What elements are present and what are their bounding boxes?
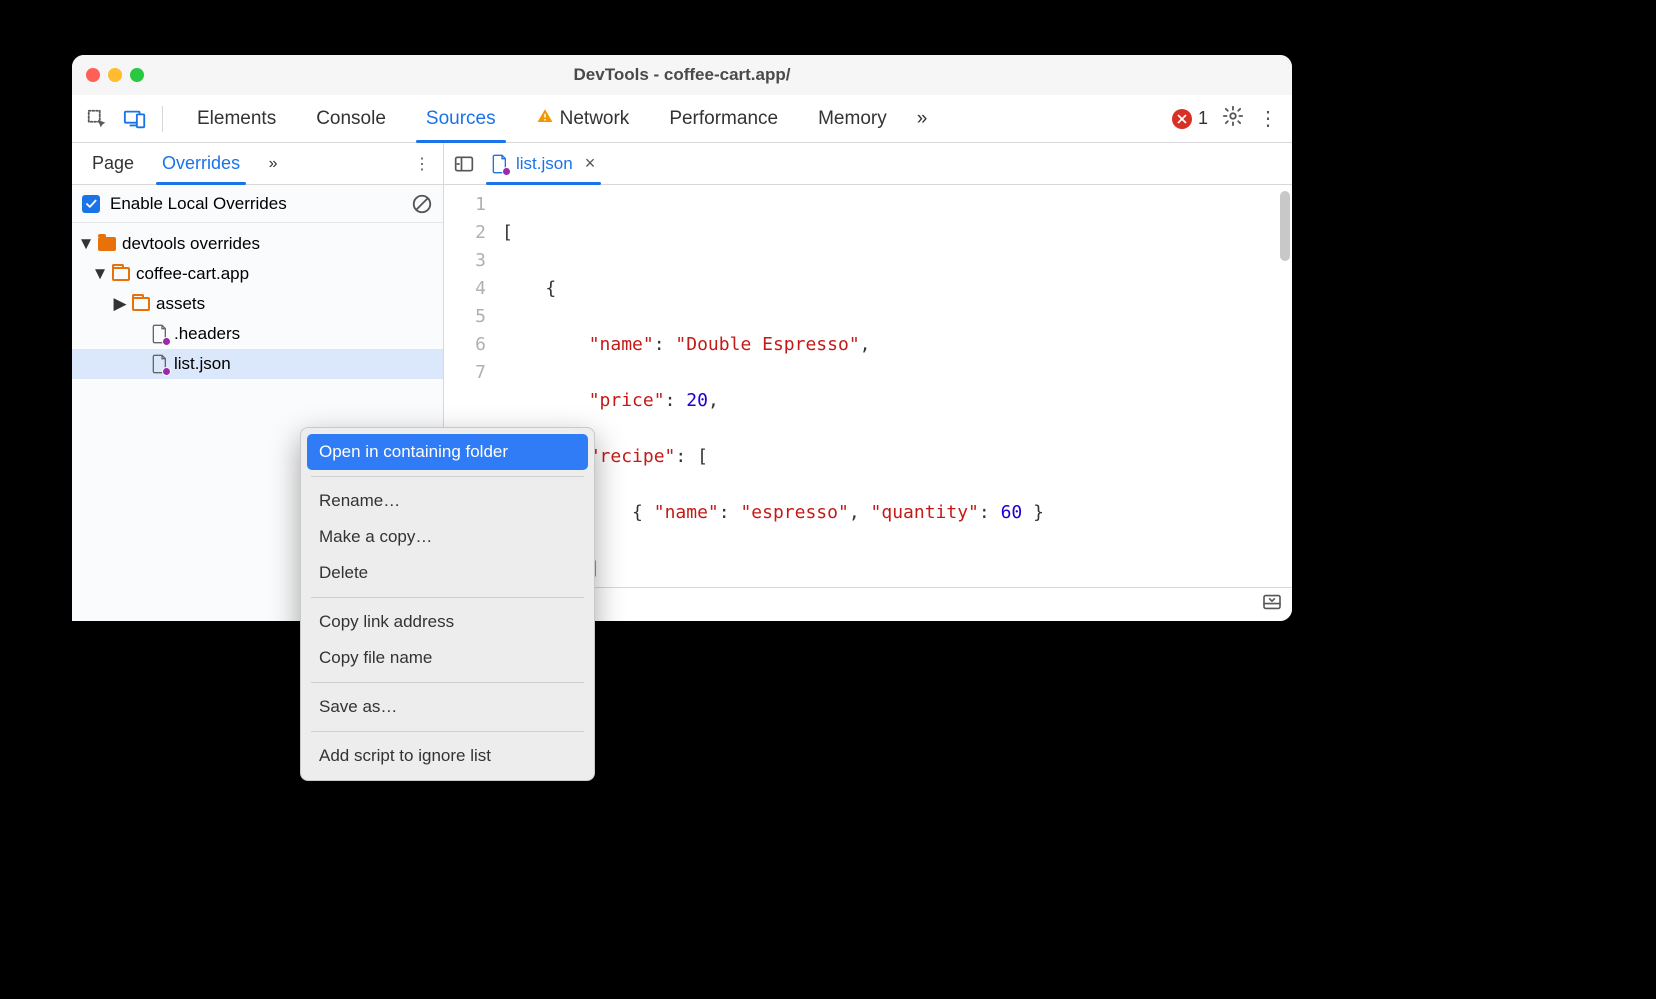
devtools-window: DevTools - coffee-cart.app/ Elements Con… [72, 55, 1292, 621]
zoom-window-button[interactable] [130, 68, 144, 82]
folder-icon [132, 297, 150, 311]
tree-root-folder[interactable]: ▼ devtools overrides [72, 229, 443, 259]
enable-overrides-checkbox[interactable] [82, 195, 100, 213]
main-toolbar: Elements Console Sources Network Perform… [72, 95, 1292, 143]
modified-dot-icon [162, 337, 171, 346]
drawer-toggle-icon[interactable] [1262, 594, 1282, 615]
file-tabs: list.json × [444, 143, 1292, 185]
window-title: DevTools - coffee-cart.app/ [72, 65, 1292, 85]
tab-memory[interactable]: Memory [798, 95, 907, 142]
chevron-right-icon: ▶ [114, 294, 126, 314]
chevron-down-icon: ▼ [80, 234, 92, 254]
divider [311, 682, 584, 683]
sources-content: Page Overrides » ⋮ Enable Local Override… [72, 143, 1292, 621]
tree-file-list-json[interactable]: list.json [72, 349, 443, 379]
chevron-down-icon: ▼ [94, 264, 106, 284]
divider [162, 106, 163, 132]
error-indicator[interactable]: 1 [1172, 108, 1208, 129]
divider [311, 731, 584, 732]
close-window-button[interactable] [86, 68, 100, 82]
cm-open-containing-folder[interactable]: Open in containing folder [307, 434, 588, 470]
close-tab-icon[interactable]: × [585, 153, 596, 174]
nav-menu-kebab-icon[interactable]: ⋮ [407, 154, 437, 174]
error-icon [1172, 109, 1192, 129]
cm-rename[interactable]: Rename… [307, 483, 588, 519]
cm-copy-link-address[interactable]: Copy link address [307, 604, 588, 640]
tab-network[interactable]: Network [516, 95, 650, 142]
menu-kebab-icon[interactable]: ⋮ [1258, 109, 1278, 129]
file-tree: ▼ devtools overrides ▼ coffee-cart.app ▶… [72, 223, 443, 385]
warning-icon [536, 107, 554, 131]
tab-performance[interactable]: Performance [649, 95, 798, 142]
clear-overrides-icon[interactable] [411, 193, 433, 215]
enable-overrides-row: Enable Local Overrides [72, 185, 443, 223]
scrollbar-thumb[interactable] [1280, 191, 1290, 261]
toolbar-right: 1 ⋮ [1172, 105, 1284, 132]
tabs-overflow[interactable]: » [907, 95, 938, 142]
file-tab-list-json[interactable]: list.json × [480, 143, 607, 184]
titlebar: DevTools - coffee-cart.app/ [72, 55, 1292, 95]
minimize-window-button[interactable] [108, 68, 122, 82]
nav-tabs-overflow[interactable]: » [258, 155, 288, 173]
panel-tabs: Elements Console Sources Network Perform… [177, 95, 937, 142]
modified-dot-icon [502, 167, 511, 176]
enable-overrides-label: Enable Local Overrides [110, 194, 287, 214]
context-menu: Open in containing folder Rename… Make a… [300, 427, 595, 781]
inspect-element-icon[interactable] [80, 101, 114, 137]
tree-domain-folder[interactable]: ▼ coffee-cart.app [72, 259, 443, 289]
cm-copy-file-name[interactable]: Copy file name [307, 640, 588, 676]
cm-delete[interactable]: Delete [307, 555, 588, 591]
nav-tab-page[interactable]: Page [78, 143, 148, 184]
file-icon [152, 324, 168, 344]
tree-assets-folder[interactable]: ▶ assets [72, 289, 443, 319]
cm-add-ignore-list[interactable]: Add script to ignore list [307, 738, 588, 774]
file-icon [152, 354, 168, 374]
tab-elements[interactable]: Elements [177, 95, 296, 142]
folder-icon [112, 267, 130, 281]
navigator-tabs: Page Overrides » ⋮ [72, 143, 443, 185]
cm-save-as[interactable]: Save as… [307, 689, 588, 725]
cm-make-copy[interactable]: Make a copy… [307, 519, 588, 555]
file-icon [492, 154, 508, 174]
device-toolbar-icon[interactable] [118, 101, 152, 137]
settings-icon[interactable] [1222, 105, 1244, 132]
nav-tab-overrides[interactable]: Overrides [148, 143, 254, 184]
modified-dot-icon [162, 367, 171, 376]
toggle-navigator-icon[interactable] [448, 155, 480, 173]
divider [311, 597, 584, 598]
tab-sources[interactable]: Sources [406, 95, 516, 142]
tree-file-headers[interactable]: .headers [72, 319, 443, 349]
divider [311, 476, 584, 477]
folder-icon [98, 237, 116, 251]
traffic-lights [86, 68, 144, 82]
tab-console[interactable]: Console [296, 95, 406, 142]
